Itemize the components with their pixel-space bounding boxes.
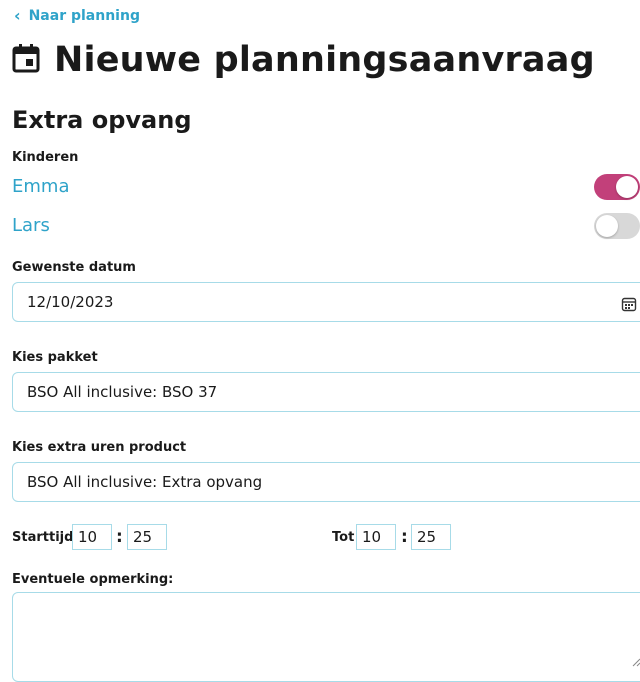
back-link-label: Naar planning <box>28 8 140 24</box>
back-link[interactable]: ‹ Naar planning <box>14 6 140 25</box>
section-title: Extra opvang <box>12 106 192 134</box>
time-row: Starttijd 10 : 25 Tot 10 : 25 <box>12 524 640 552</box>
resize-handle-icon[interactable] <box>631 652 640 671</box>
page-title: Nieuwe planningsaanvraag <box>54 40 595 80</box>
child-name-lars: Lars <box>12 215 50 236</box>
end-hour-input[interactable]: 10 <box>356 524 396 550</box>
end-time-label: Tot <box>332 530 355 545</box>
time-separator: : <box>116 527 123 547</box>
remarks-textarea[interactable] <box>12 592 640 682</box>
toggle-knob <box>596 215 618 237</box>
calendar-picker-icon[interactable] <box>621 296 637 316</box>
children-label: Kinderen <box>12 150 79 165</box>
start-hour-value: 10 <box>78 528 98 546</box>
start-hour-input[interactable]: 10 <box>72 524 112 550</box>
package-value: BSO All inclusive: BSO 37 <box>27 383 218 401</box>
product-select[interactable]: BSO All inclusive: Extra opvang <box>12 462 640 502</box>
date-value: 12/10/2023 <box>27 293 114 311</box>
end-hour-value: 10 <box>362 528 382 546</box>
date-input[interactable]: 12/10/2023 <box>12 282 640 322</box>
package-label: Kies pakket <box>12 350 98 365</box>
end-minute-input[interactable]: 25 <box>411 524 451 550</box>
start-minute-input[interactable]: 25 <box>127 524 167 550</box>
toggle-knob <box>616 176 638 198</box>
end-minute-value: 25 <box>417 528 437 546</box>
child-toggle-emma[interactable] <box>594 174 640 200</box>
chevron-left-icon: ‹ <box>14 6 21 25</box>
date-label: Gewenste datum <box>12 260 136 275</box>
package-select[interactable]: BSO All inclusive: BSO 37 <box>12 372 640 412</box>
page-header: Nieuwe planningsaanvraag <box>12 40 595 80</box>
child-toggle-lars[interactable] <box>594 213 640 239</box>
start-minute-value: 25 <box>133 528 153 546</box>
time-separator: : <box>401 527 408 547</box>
product-label: Kies extra uren product <box>12 440 187 455</box>
start-time-label: Starttijd <box>12 530 74 545</box>
remarks-label: Eventuele opmerking: <box>12 572 174 587</box>
product-value: BSO All inclusive: Extra opvang <box>27 473 263 491</box>
child-name-emma: Emma <box>12 176 70 197</box>
calendar-icon <box>12 43 40 77</box>
